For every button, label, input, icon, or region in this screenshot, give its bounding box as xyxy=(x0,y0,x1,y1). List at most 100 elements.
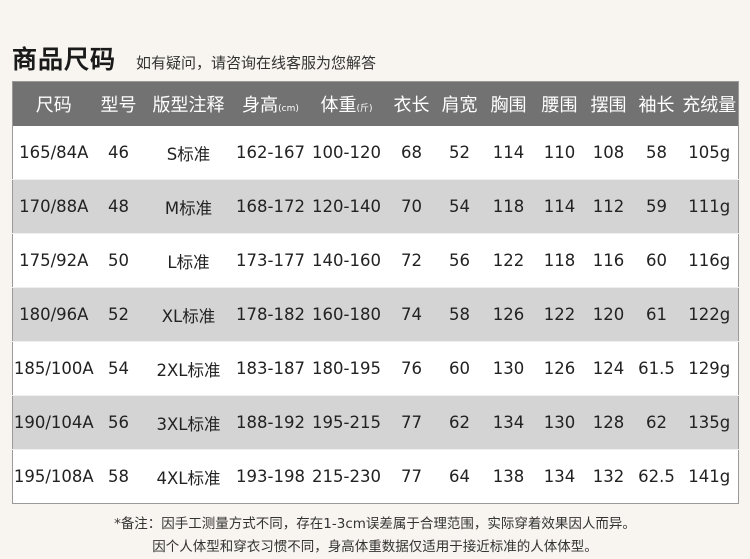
table-cell: 114 xyxy=(482,126,535,180)
column-header-label: 体重 xyxy=(320,95,357,116)
table-cell: 4XL标准 xyxy=(142,449,235,504)
column-header-label: 版型注释 xyxy=(152,95,225,116)
table-cell: L标准 xyxy=(142,233,235,288)
column-header-label: 尺码 xyxy=(35,95,72,116)
table-cell: 130 xyxy=(534,395,585,450)
column-header: 体重(斤) xyxy=(306,81,387,126)
table-cell: 58 xyxy=(632,126,681,180)
column-header: 摆围 xyxy=(584,81,633,126)
table-cell: 124 xyxy=(584,341,633,396)
table-body: 165/84A 46 S标准 162-167 100-120 68 52 114 110 108 5… xyxy=(12,126,739,504)
table-cell: 72 xyxy=(386,233,437,288)
page-header: 商品尺码 如有疑问，请咨询在线客服为您解答 xyxy=(12,40,377,74)
table-cell: 122 xyxy=(482,233,535,288)
column-header-label: 衣长 xyxy=(393,95,430,116)
table-cell: 60 xyxy=(436,341,483,396)
table-cell: 160-180 xyxy=(306,287,387,342)
table-cell: 180-195 xyxy=(306,341,387,396)
table-cell: 193-198 xyxy=(234,449,307,504)
table-cell: 116 xyxy=(584,233,633,288)
notes: *备注：因手工测量方式不同，存在1-3cm误差属于合理范围，实际穿着效果因人而异… xyxy=(0,513,750,559)
column-header: 身高(cm) xyxy=(234,81,307,126)
table-cell: 183-187 xyxy=(234,341,307,396)
page-subtitle: 如有疑问，请咨询在线客服为您解答 xyxy=(136,54,377,72)
table-cell: 105g xyxy=(680,126,739,180)
column-header-unit: (斤) xyxy=(356,104,373,114)
column-header-label: 型号 xyxy=(100,95,137,116)
table-cell: 122 xyxy=(534,287,585,342)
column-header: 型号 xyxy=(94,81,143,126)
table-cell: 120-140 xyxy=(306,179,387,234)
column-header: 袖长 xyxy=(632,81,681,126)
column-header-unit: (cm) xyxy=(278,104,299,114)
table-cell: 112 xyxy=(584,179,633,234)
table-cell: 54 xyxy=(436,179,483,234)
table-cell: 3XL标准 xyxy=(142,395,235,450)
table-cell: 50 xyxy=(94,233,143,288)
table-row: 195/108A 58 4XL标准 193-198 215-230 77 64 138 134 1… xyxy=(12,449,739,504)
table-cell: 110 xyxy=(534,126,585,180)
table-cell: 168-172 xyxy=(234,179,307,234)
column-header: 尺码 xyxy=(12,81,95,126)
table-cell: 120 xyxy=(584,287,633,342)
table-cell: 116g xyxy=(680,233,739,288)
table-header-row: 尺码 型号 版型注释 身高(cm) 体重(斤) 衣长 肩宽 胸围 腰围 摆围 袖长 充绒量 xyxy=(12,81,739,126)
table-cell: 126 xyxy=(482,287,535,342)
table-cell: M标准 xyxy=(142,179,235,234)
table-cell: 195/108A xyxy=(12,449,95,504)
table-cell: 185/100A xyxy=(12,341,95,396)
table-cell: 52 xyxy=(94,287,143,342)
table-cell: 70 xyxy=(386,179,437,234)
table-cell: 61.5 xyxy=(632,341,681,396)
table-cell: 128 xyxy=(584,395,633,450)
table-cell: 62 xyxy=(632,395,681,450)
table-cell: 114 xyxy=(534,179,585,234)
table-cell: 130 xyxy=(482,341,535,396)
table-cell: 74 xyxy=(386,287,437,342)
table-cell: 2XL标准 xyxy=(142,341,235,396)
table-cell: 64 xyxy=(436,449,483,504)
table-cell: 190/104A xyxy=(12,395,95,450)
table-cell: 134 xyxy=(534,449,585,504)
table-cell: 56 xyxy=(436,233,483,288)
table-cell: 141g xyxy=(680,449,739,504)
table-row: 185/100A 54 2XL标准 183-187 180-195 76 60 130 126 1… xyxy=(12,341,739,396)
table-cell: 46 xyxy=(94,126,143,180)
table-cell: 188-192 xyxy=(234,395,307,450)
table-cell: 48 xyxy=(94,179,143,234)
table-cell: 170/88A xyxy=(12,179,95,234)
table-cell: 129g xyxy=(680,341,739,396)
table-cell: 61 xyxy=(632,287,681,342)
table-cell: 108 xyxy=(584,126,633,180)
table-cell: 162-167 xyxy=(234,126,307,180)
column-header-label: 充绒量 xyxy=(682,95,737,116)
column-header: 胸围 xyxy=(482,81,535,126)
table-cell: 180/96A xyxy=(12,287,95,342)
table-cell: 56 xyxy=(94,395,143,450)
column-header: 衣长 xyxy=(386,81,437,126)
table-cell: 215-230 xyxy=(306,449,387,504)
table-cell: 173-177 xyxy=(234,233,307,288)
table-cell: 111g xyxy=(680,179,739,234)
table-cell: XL标准 xyxy=(142,287,235,342)
table-cell: 118 xyxy=(534,233,585,288)
table-cell: 135g xyxy=(680,395,739,450)
table-cell: 52 xyxy=(436,126,483,180)
table-cell: 77 xyxy=(386,395,437,450)
table-cell: 138 xyxy=(482,449,535,504)
table-cell: 175/92A xyxy=(12,233,95,288)
table-cell: 140-160 xyxy=(306,233,387,288)
column-header-label: 袖长 xyxy=(638,95,675,116)
table-cell: 54 xyxy=(94,341,143,396)
table-row: 165/84A 46 S标准 162-167 100-120 68 52 114 110 108 5… xyxy=(12,126,739,180)
table-cell: S标准 xyxy=(142,126,235,180)
page-title: 商品尺码 xyxy=(12,45,117,74)
table-cell: 62 xyxy=(436,395,483,450)
column-header-label: 摆围 xyxy=(590,95,627,116)
column-header-label: 腰围 xyxy=(541,95,578,116)
note-line-2: 因个人体型和穿衣习惯不同，身高体重数据仅适用于接近标准的人体体型。 xyxy=(152,539,598,555)
table-cell: 68 xyxy=(386,126,437,180)
table-row: 175/92A 50 L标准 173-177 140-160 72 56 122 118 116 6… xyxy=(12,233,739,288)
table-cell: 100-120 xyxy=(306,126,387,180)
table-row: 170/88A 48 M标准 168-172 120-140 70 54 118 114 112 5… xyxy=(12,179,739,234)
